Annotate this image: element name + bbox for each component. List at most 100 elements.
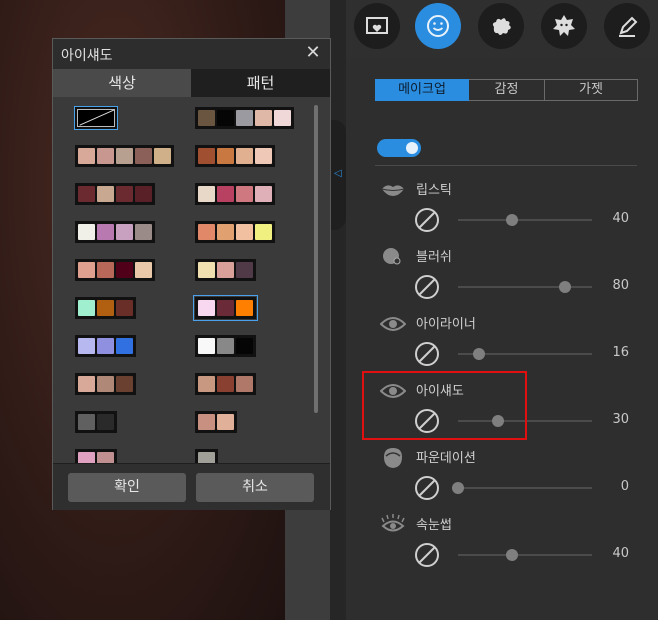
color-swatch (97, 414, 114, 430)
slider-knob[interactable] (505, 549, 518, 561)
palette-item[interactable] (195, 183, 275, 205)
color-swatch (236, 110, 253, 126)
slider-knob[interactable] (473, 348, 486, 360)
none-icon[interactable] (414, 542, 440, 568)
color-swatch (217, 338, 234, 354)
color-swatch (78, 300, 95, 316)
lashes-icon (380, 514, 406, 536)
slider-track[interactable] (458, 487, 592, 489)
tab-emotion[interactable]: 감정 (469, 79, 545, 101)
row-value: 40 (612, 211, 629, 226)
slider-track[interactable] (458, 219, 592, 221)
makeup-row: 블러쉬 80 (376, 244, 638, 304)
color-swatch (78, 452, 95, 463)
palette-item[interactable] (195, 221, 275, 243)
close-icon[interactable]: ✕ (302, 42, 324, 64)
badge-icon[interactable] (541, 3, 587, 49)
palette-none[interactable] (74, 106, 118, 130)
collapse-arrow-icon[interactable]: ◁ (334, 168, 342, 179)
dialog-title: 아이섀도 (61, 48, 113, 64)
palette-item[interactable] (195, 107, 294, 129)
color-swatch (236, 300, 253, 316)
tool-bar (346, 0, 658, 59)
makeup-row: 속눈썹 40 (376, 512, 638, 572)
smiley-icon[interactable] (415, 3, 461, 49)
palette-item[interactable] (195, 411, 237, 433)
none-icon[interactable] (414, 207, 440, 233)
palette-item[interactable] (75, 335, 136, 357)
dialog-footer: 확인 취소 (53, 463, 330, 510)
none-icon[interactable] (414, 475, 440, 501)
dialog-tabs: 색상 패턴 (53, 69, 330, 97)
color-swatch (198, 262, 215, 278)
color-swatch (116, 262, 133, 278)
palette-item[interactable] (195, 335, 256, 357)
row-value: 80 (612, 278, 629, 293)
ok-button[interactable]: 확인 (68, 473, 186, 502)
lips-icon (380, 179, 406, 201)
slider-knob[interactable] (505, 214, 518, 226)
row-value: 16 (612, 345, 629, 360)
makeup-row: 파운데이션 0 (376, 445, 638, 505)
palette-item[interactable] (75, 221, 155, 243)
color-swatch (236, 338, 253, 354)
slider-track[interactable] (458, 286, 592, 288)
palette-item[interactable] (195, 145, 275, 167)
color-swatch (198, 186, 215, 202)
palette-item[interactable] (75, 297, 136, 319)
color-swatch (116, 186, 133, 202)
color-swatch (217, 224, 234, 240)
none-icon[interactable] (414, 341, 440, 367)
color-swatch (236, 186, 253, 202)
row-value: 0 (620, 479, 629, 494)
palette-item[interactable] (75, 145, 174, 167)
color-swatch (97, 376, 114, 392)
splash-icon[interactable] (478, 3, 524, 49)
color-swatch (255, 224, 272, 240)
palette-item[interactable] (195, 449, 218, 463)
row-value: 40 (612, 546, 629, 561)
frame-heart-icon[interactable] (354, 3, 400, 49)
color-swatch (97, 186, 114, 202)
divider (375, 165, 637, 166)
color-swatch (78, 414, 95, 430)
color-swatch (198, 148, 215, 164)
cancel-button[interactable]: 취소 (196, 473, 314, 502)
color-swatch (97, 262, 114, 278)
tab-color[interactable]: 색상 (53, 69, 191, 97)
row-value: 30 (612, 412, 629, 427)
palette-item[interactable] (75, 411, 117, 433)
palette-item[interactable] (75, 183, 155, 205)
palette-item[interactable] (75, 449, 117, 463)
row-label: 아이라이너 (416, 317, 476, 332)
slider-knob[interactable] (452, 482, 464, 494)
no-palette-icon (77, 109, 115, 127)
eyeshadow-dialog: 아이섀도 ✕ 색상 패턴 확인 취소 (52, 38, 331, 510)
row-label: 속눈썹 (416, 518, 452, 533)
makeup-toggle[interactable] (377, 139, 421, 157)
makeup-row: 립스틱 40 (376, 177, 638, 237)
tab-pattern[interactable]: 패턴 (191, 69, 330, 97)
palette-item[interactable] (75, 259, 155, 281)
none-icon[interactable] (414, 274, 440, 300)
palette-item[interactable] (195, 373, 256, 395)
tab-makeup[interactable]: 메이크업 (375, 79, 469, 101)
color-swatch (116, 224, 133, 240)
slider-track[interactable] (458, 554, 592, 556)
palette-item[interactable] (195, 259, 256, 281)
color-swatch (116, 338, 133, 354)
tab-gadget[interactable]: 가젯 (545, 79, 638, 101)
color-swatch (198, 224, 215, 240)
palette-item[interactable] (193, 295, 258, 321)
color-swatch (97, 338, 114, 354)
pencil-icon[interactable] (604, 3, 650, 49)
color-swatch (97, 452, 114, 463)
color-swatch (255, 186, 272, 202)
palette-scrollbar[interactable] (314, 105, 318, 413)
slider-knob[interactable] (559, 281, 572, 293)
color-swatch (217, 262, 234, 278)
color-swatch (198, 414, 215, 430)
palette-item[interactable] (75, 373, 136, 395)
color-swatch (78, 262, 95, 278)
color-swatch (274, 110, 291, 126)
